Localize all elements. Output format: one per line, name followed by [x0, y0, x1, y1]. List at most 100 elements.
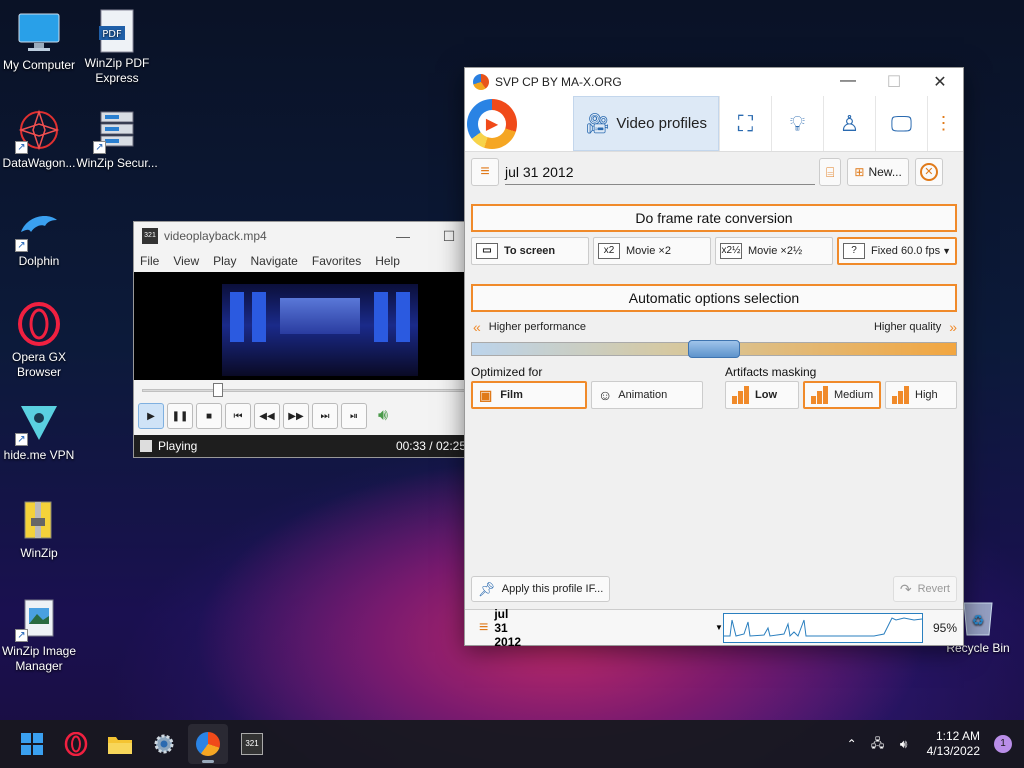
desktop-icon-winzip[interactable]: WinZip	[0, 498, 81, 561]
option-label: Film	[500, 389, 523, 401]
play-button[interactable]: ▶	[138, 403, 164, 429]
performance-arrow-icon[interactable]: «	[473, 319, 481, 335]
revert-button[interactable]: ↷ Revert	[892, 576, 957, 602]
svp-icon	[196, 732, 220, 756]
desktop-icon-winzip-pdf[interactable]: PDF WinZip PDF Express	[75, 8, 159, 86]
svp-titlebar[interactable]: SVP CP BY MA-X.ORG — ☐ ✕	[465, 68, 963, 96]
tab-tips[interactable]: 💡︎	[771, 96, 823, 151]
artifacts-medium-button[interactable]: Medium	[803, 381, 881, 409]
artifacts-masking-group: Low Medium High	[725, 381, 957, 409]
svp-title: SVP CP BY MA-X.ORG	[495, 75, 622, 89]
tab-crop[interactable]: ⛶	[719, 96, 771, 151]
low-bars-icon	[732, 386, 749, 404]
seek-bar[interactable]	[134, 380, 472, 400]
desktop-icon-opera-gx[interactable]: Opera GX Browser	[0, 302, 81, 380]
svp-window[interactable]: SVP CP BY MA-X.ORG — ☐ ✕ ▶ 🎥︎ Video prof…	[464, 67, 964, 649]
show-hidden-icons-chevron-icon[interactable]: ⌃	[841, 737, 863, 751]
stop-icon: ■	[205, 410, 213, 422]
menu-favorites[interactable]: Favorites	[312, 254, 369, 268]
desktop-icon-hideme-vpn[interactable]: ↗ hide.me VPN	[0, 400, 81, 463]
option-movie-x2-5[interactable]: x2½ Movie ×2½	[715, 237, 833, 265]
delete-profile-button[interactable]: ✕	[914, 158, 943, 186]
quality-slider[interactable]	[471, 340, 957, 358]
desktop-icon-winzip-image-manager[interactable]: ↗ WinZip Image Manager	[0, 596, 81, 674]
optimized-animation-button[interactable]: ☺ Animation	[591, 381, 703, 409]
artifacts-low-button[interactable]: Low	[725, 381, 799, 409]
media-player-titlebar[interactable]: 321 videoplayback.mp4 — ☐	[134, 222, 472, 250]
taskbar-opera-gx[interactable]	[56, 724, 96, 764]
option-label: Animation	[618, 389, 668, 401]
option-movie-x2[interactable]: x2 Movie ×2	[593, 237, 711, 265]
monitor-icon	[17, 10, 61, 54]
media-player-statusbar: Playing 00:33 / 02:25	[134, 435, 472, 457]
rename-profile-button[interactable]: ⌸	[819, 158, 842, 186]
start-button[interactable]	[12, 724, 52, 764]
dropdown-arrow-icon[interactable]: ▼	[942, 246, 951, 256]
status-menu-icon[interactable]: ≡	[479, 619, 488, 637]
desktop-icon-dolphin[interactable]: ↗ Dolphin	[0, 206, 81, 269]
previous-button[interactable]: ⏮	[225, 403, 251, 429]
tab-video-profiles[interactable]: 🎥︎ Video profiles	[573, 96, 719, 151]
pause-button[interactable]: ❚❚	[167, 403, 193, 429]
shortcut-arrow-icon: ↗	[93, 141, 106, 154]
menu-navigate[interactable]: Navigate	[250, 254, 305, 268]
desktop-icon-datawagon[interactable]: ↗ DataWagon...	[0, 108, 81, 171]
monitor-icon: 🖵︎	[890, 110, 913, 136]
tab-video-profiles-label: Video profiles	[616, 115, 707, 132]
media-player-window[interactable]: 321 videoplayback.mp4 — ☐ File View Play…	[133, 221, 473, 458]
network-icon[interactable]: 🖧︎	[867, 734, 889, 755]
optimized-for-group: ▣ Film ☺ Animation	[471, 381, 703, 409]
volume-button[interactable]: 🔊︎	[370, 403, 396, 429]
taskbar-svp[interactable]	[188, 724, 228, 764]
desktop-icon-label: hide.me VPN	[3, 448, 75, 462]
svp-logo[interactable]: ▶	[465, 96, 573, 151]
optimized-film-button[interactable]: ▣ Film	[471, 381, 587, 409]
more-menu-button[interactable]: ⋮	[927, 96, 959, 151]
option-fixed-fps[interactable]: ? Fixed 60.0 fps ▼	[837, 237, 957, 265]
frame-step-button[interactable]: ⏯	[341, 403, 367, 429]
tab-monitor[interactable]: 🖵︎	[875, 96, 927, 151]
menu-play[interactable]: Play	[213, 254, 244, 268]
menu-file[interactable]: File	[140, 254, 167, 268]
profile-menu-button[interactable]: ≡	[471, 158, 499, 186]
minimize-icon[interactable]: —	[380, 228, 426, 244]
menu-help[interactable]: Help	[375, 254, 408, 268]
next-button[interactable]: ⏭	[312, 403, 338, 429]
tab-lights[interactable]: ♙	[823, 96, 875, 151]
svp-app-icon	[473, 74, 489, 90]
desktop-icon-winzip-secure[interactable]: ↗ WinZip Secur...	[75, 108, 159, 171]
quality-slider-thumb[interactable]	[688, 340, 740, 358]
close-icon[interactable]: ✕	[917, 72, 963, 92]
new-profile-icon: ⊞	[854, 165, 865, 179]
rewind-button[interactable]: ◀◀	[254, 403, 280, 429]
dropdown-arrow-icon[interactable]: ▼	[715, 623, 723, 632]
automatic-options-toggle[interactable]: Automatic options selection	[471, 284, 957, 312]
seek-thumb[interactable]	[212, 383, 223, 397]
forward-button[interactable]: ▶▶	[283, 403, 309, 429]
minimize-icon[interactable]: —	[825, 72, 871, 92]
close-circle-icon: ✕	[919, 163, 938, 181]
option-to-screen[interactable]: ▭ To screen	[471, 237, 589, 265]
fast-forward-icon: ▶▶	[288, 410, 304, 422]
stop-button[interactable]: ■	[196, 403, 222, 429]
media-player-menubar: File View Play Navigate Favorites Help	[134, 250, 472, 272]
frame-rate-conversion-toggle[interactable]: Do frame rate conversion	[471, 204, 957, 232]
volume-icon[interactable]: 🔊︎	[893, 737, 915, 752]
option-label: Movie ×2½	[748, 245, 803, 257]
seek-track[interactable]	[142, 389, 472, 392]
taskbar-file-explorer[interactable]	[100, 724, 140, 764]
video-area[interactable]	[134, 272, 472, 380]
notification-badge[interactable]: 1	[994, 735, 1012, 753]
quality-arrow-icon[interactable]: »	[949, 319, 957, 335]
profile-name-input[interactable]: jul 31 2012	[505, 159, 815, 185]
apply-profile-if-button[interactable]: 📌︎ Apply this profile IF...	[471, 576, 611, 602]
new-profile-button[interactable]: ⊞ New...	[847, 158, 909, 186]
taskbar-settings[interactable]	[144, 724, 184, 764]
taskbar-media-player[interactable]: 321	[232, 724, 272, 764]
svp-statusbar: ≡ jul 31 2012 ▼ 95%	[465, 607, 963, 649]
maximize-icon[interactable]: ☐	[871, 72, 917, 92]
desktop-icon-my-computer[interactable]: My Computer	[0, 10, 81, 73]
artifacts-high-button[interactable]: High	[885, 381, 957, 409]
clock[interactable]: 1:12 AM 4/13/2022	[927, 729, 980, 759]
menu-view[interactable]: View	[173, 254, 207, 268]
